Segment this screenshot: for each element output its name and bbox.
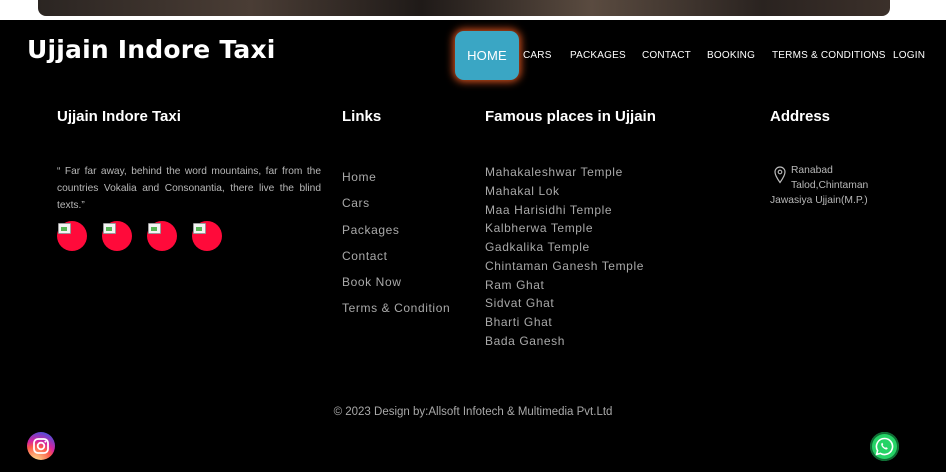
list-item: Bada Ganesh: [485, 333, 565, 348]
links-title: Links: [342, 108, 382, 125]
site-logo-text[interactable]: Ujjain Indore Taxi: [27, 35, 276, 64]
broken-image-icon: [193, 223, 206, 234]
broken-image-icon: [103, 223, 116, 234]
address-line-1: Ranabad: [791, 165, 833, 176]
places-list: Mahakaleshwar Temple Mahakal Lok Maa Har…: [485, 163, 644, 351]
footer-link-packages[interactable]: Packages: [342, 217, 450, 243]
social-link-3[interactable]: [147, 221, 177, 251]
list-item: Bharti Ghat: [485, 315, 553, 329]
copyright-text: © 2023 Design by:Allsoft Infotech & Mult…: [333, 406, 613, 418]
list-item: Ram Ghat: [485, 277, 545, 292]
footer-link-contact[interactable]: Contact: [342, 243, 450, 269]
list-item: Mahakaleshwar Temple: [485, 165, 623, 179]
list-item: Kalbherwa Temple: [485, 221, 594, 236]
list-item: Sidvat Ghat: [485, 296, 555, 311]
address-line-2: Talod,Chintaman: [791, 180, 869, 191]
list-item: Mahakal Lok: [485, 183, 560, 198]
footer-link-terms[interactable]: Terms & Condition: [342, 295, 450, 321]
nav-booking[interactable]: BOOKING: [707, 31, 755, 80]
nav-cars[interactable]: CARS: [523, 31, 552, 80]
map-pin-icon: [774, 166, 786, 184]
list-item: Maa Harisidhi Temple: [485, 202, 613, 217]
broken-image-icon: [58, 223, 71, 234]
footer-link-home[interactable]: Home: [342, 164, 450, 190]
broken-image-icon: [148, 223, 161, 234]
hero-section-bottom: [0, 0, 946, 20]
nav-terms[interactable]: TERMS & CONDITIONS: [772, 31, 886, 80]
list-item: Chintaman Ganesh Temple: [485, 258, 644, 273]
hero-image: [38, 0, 890, 16]
about-text: “ Far far away, behind the word mountain…: [57, 166, 321, 211]
whatsapp-icon[interactable]: [870, 432, 899, 461]
social-link-1[interactable]: [57, 221, 87, 251]
instagram-icon[interactable]: [27, 432, 55, 460]
nav-home[interactable]: HOME: [455, 31, 519, 80]
list-item: Gadkalika Temple: [485, 240, 590, 254]
footer-link-book-now[interactable]: Book Now: [342, 269, 450, 295]
social-link-2[interactable]: [102, 221, 132, 251]
nav-login[interactable]: LOGIN: [893, 31, 925, 80]
footer-links: Home Cars Packages Contact Book Now Term…: [342, 164, 450, 322]
footer-link-cars[interactable]: Cars: [342, 190, 450, 216]
nav-contact[interactable]: CONTACT: [642, 31, 691, 80]
address-title: Address: [770, 108, 831, 125]
about-title: Ujjain Indore Taxi: [57, 108, 181, 125]
social-link-4[interactable]: [192, 221, 222, 251]
nav-packages[interactable]: PACKAGES: [570, 31, 626, 80]
address-line-3: Jawasiya Ujjain(M.P.): [770, 195, 868, 206]
places-title: Famous places in Ujjain: [485, 108, 656, 125]
